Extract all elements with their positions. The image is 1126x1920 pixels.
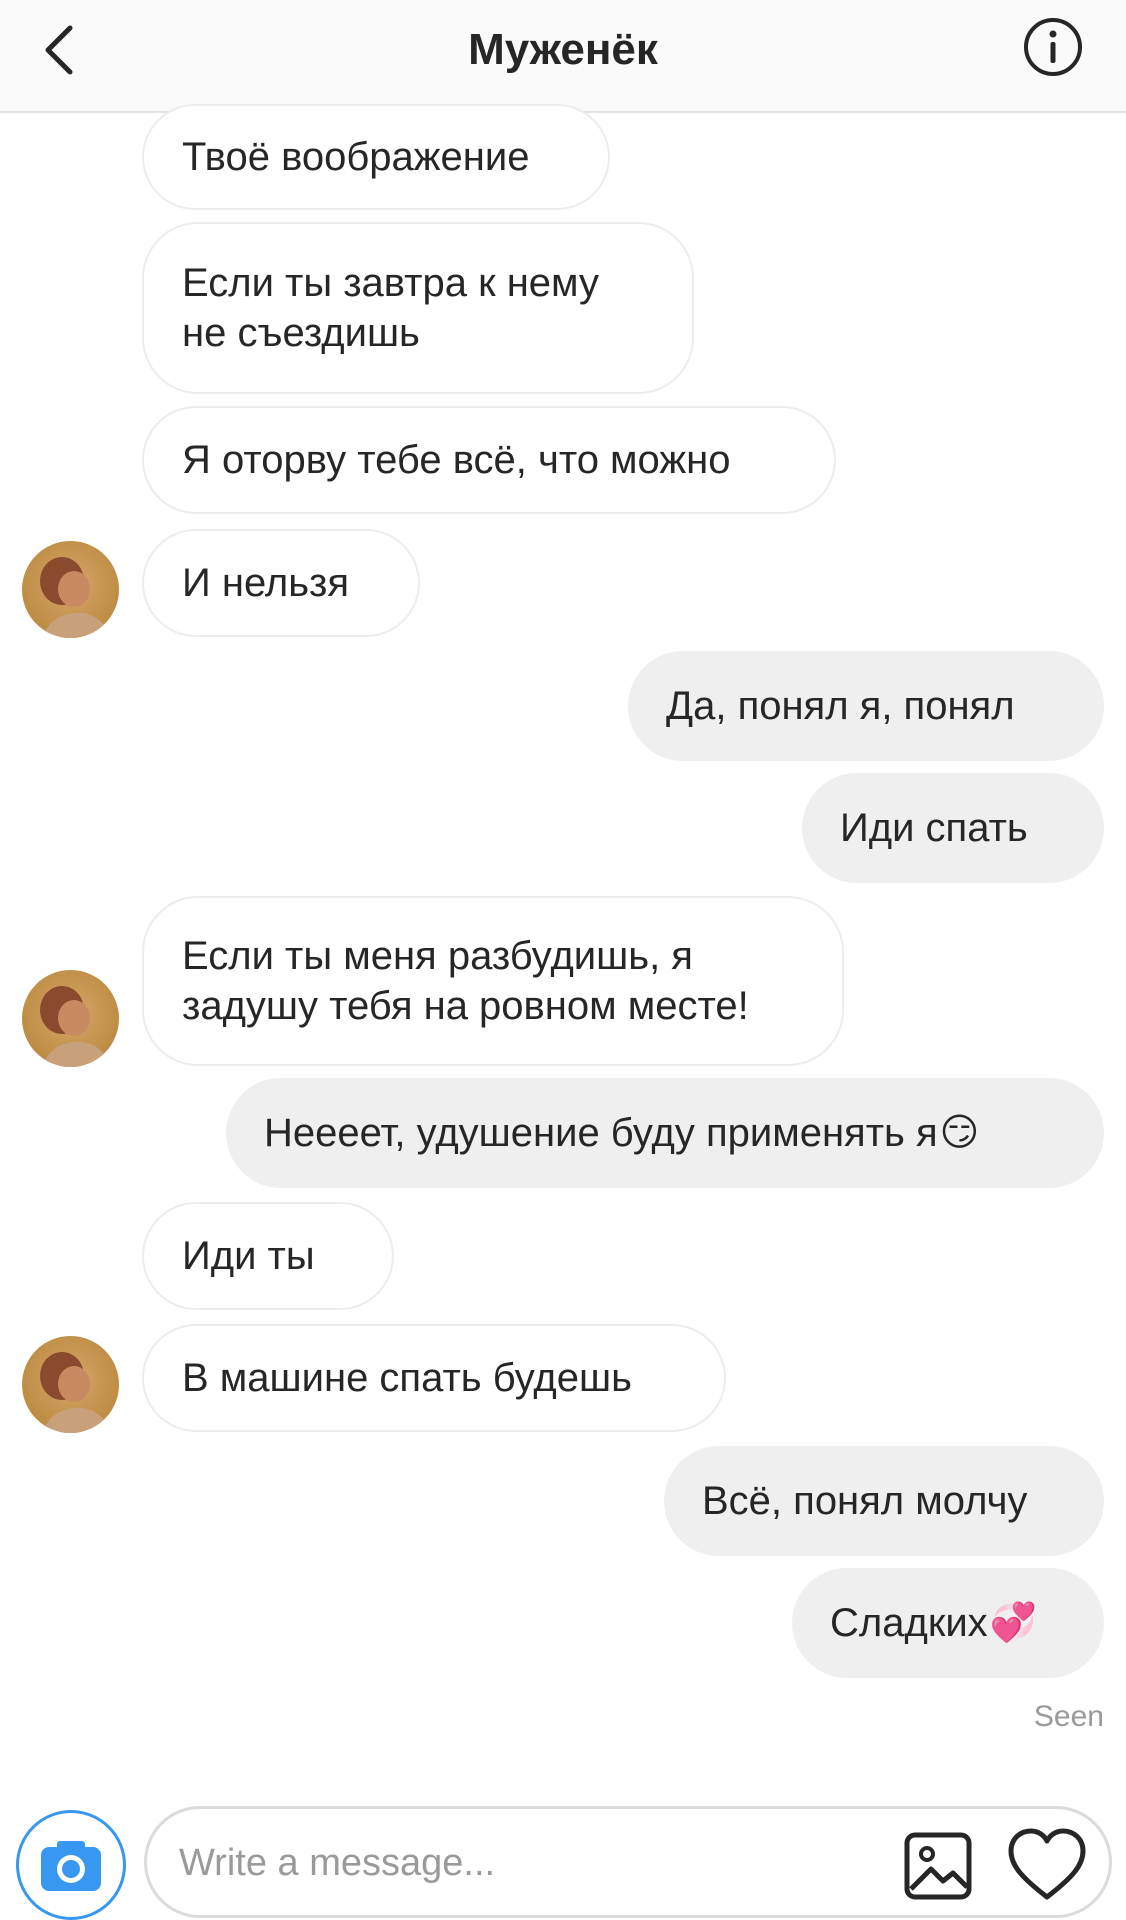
- message-text: И нельзя: [182, 561, 350, 605]
- message-bubble-outgoing[interactable]: Всё, понял молчу: [664, 1446, 1104, 1556]
- message-text: Нееeет, удушение буду применять я: [264, 1111, 938, 1155]
- image-icon: [904, 1832, 972, 1900]
- message-text: Иди спать: [840, 806, 1028, 850]
- message-bubble-incoming[interactable]: Если ты меня разбудишь, я задушу тебя на…: [142, 896, 844, 1066]
- contact-avatar[interactable]: [22, 970, 119, 1067]
- chat-header: Муженёк: [0, 0, 1126, 113]
- message-text: Сладких: [830, 1601, 988, 1645]
- message-text: Если ты меня разбудишь, я задушу тебя на…: [182, 934, 749, 1028]
- message-bubble-incoming[interactable]: Твоё воображение: [142, 104, 610, 210]
- message-text: Если ты завтра к нему не съездишь: [182, 261, 599, 355]
- message-bubble-outgoing[interactable]: Нееeет, удушение буду применять я 😏: [226, 1078, 1104, 1188]
- message-bubble-incoming[interactable]: Иди ты: [142, 1202, 394, 1310]
- message-text: В машине спать будешь: [182, 1356, 632, 1400]
- message-composer: [144, 1806, 1112, 1918]
- message-text: Я оторву тебе всё, что можно: [182, 438, 731, 482]
- camera-button[interactable]: [16, 1810, 126, 1920]
- seen-status: Seen: [1033, 1700, 1104, 1733]
- message-bubble-incoming[interactable]: Я оторву тебе всё, что можно: [142, 406, 836, 514]
- heart-icon: [1008, 1828, 1086, 1900]
- message-bubble-incoming[interactable]: Если ты завтра к нему не съездишь: [142, 222, 694, 394]
- message-text: Твоё воображение: [182, 135, 530, 179]
- hearts-emoji-icon: 💞: [989, 1602, 1037, 1644]
- message-bubble-incoming[interactable]: В машине спать будешь: [142, 1324, 726, 1432]
- info-button[interactable]: [1022, 16, 1084, 78]
- info-icon: [1024, 18, 1082, 76]
- message-text: Иди ты: [182, 1234, 315, 1278]
- contact-avatar[interactable]: [22, 541, 119, 638]
- chat-title[interactable]: Муженёк: [0, 22, 1126, 78]
- message-text: Да, понял я, понял: [666, 684, 1015, 728]
- contact-avatar[interactable]: [22, 1336, 119, 1433]
- gallery-button[interactable]: [903, 1831, 973, 1901]
- message-bubble-outgoing[interactable]: Да, понял я, понял: [628, 651, 1104, 761]
- like-button[interactable]: [1007, 1827, 1087, 1903]
- message-bubble-outgoing[interactable]: Иди спать: [802, 773, 1104, 883]
- message-text: Всё, понял молчу: [702, 1479, 1028, 1523]
- message-input[interactable]: [179, 1835, 879, 1891]
- camera-icon: [41, 1841, 101, 1891]
- message-bubble-outgoing[interactable]: Сладких 💞: [792, 1568, 1104, 1678]
- smirk-emoji-icon: 😏: [939, 1112, 980, 1154]
- message-bubble-incoming[interactable]: И нельзя: [142, 529, 420, 637]
